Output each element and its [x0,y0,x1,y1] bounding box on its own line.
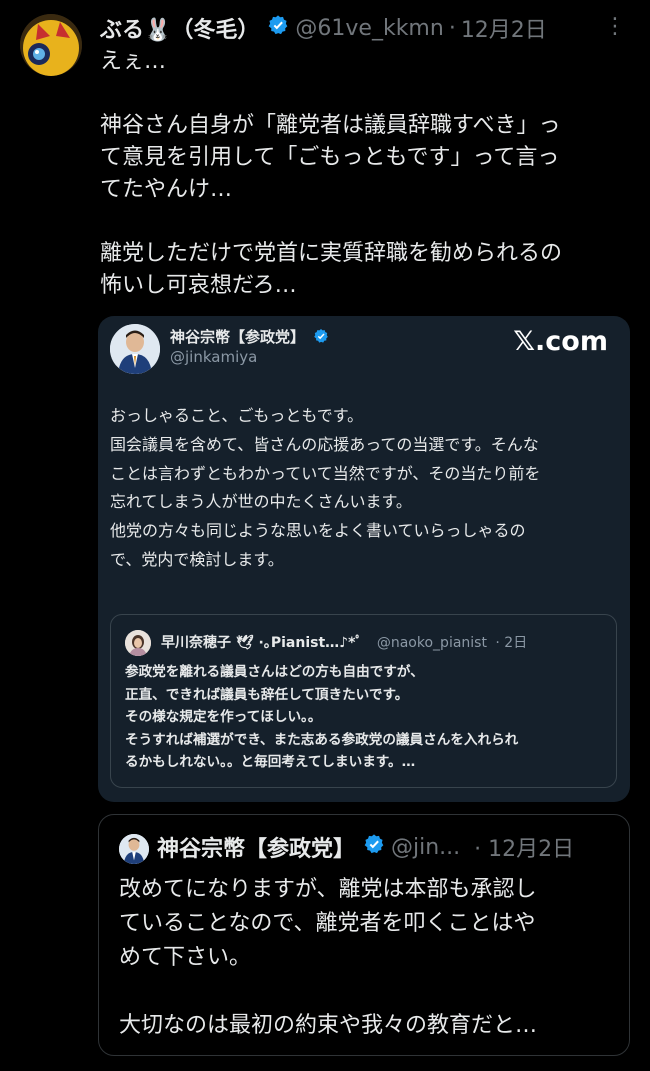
quoted-author-name: 神谷宗幣【参政党】 [157,837,356,862]
verified-badge-icon [363,833,385,861]
tweet-line: えぇ… [100,49,167,74]
tweet-line: て意見を引用して「ごもっともです」って言っ [100,145,560,170]
tweet-line: 離党しただけで党首に実質辞職を勧められるの [100,241,563,266]
embed-author-handle: @jinkamiya [170,348,258,366]
tweet-line: 神谷さん自身が「離党者は議員辞職すべき」っ [100,113,561,138]
quoted-line: 大切なのは最初の約束や我々の教育だと… [119,1013,538,1038]
quoted-author-handle: @jin... [391,834,461,860]
quote-line: その様な規定を作ってほしい。。 [125,709,322,725]
tweet-date[interactable]: 12月2日 [461,12,547,44]
embed-line: おっしゃること、ごもっともです。 [110,406,364,425]
quote-author-name: 早川奈穂子 🕊 ·｡Pianist…♪*ﾟ [161,635,363,651]
quote-body: 参政党を離れる議員さんはどの方も自由ですが、 正直、できれば議員も辞任して頂きた… [125,661,610,774]
verified-badge-icon [267,14,289,42]
quote-header: 早川奈穂子 🕊 ·｡Pianist…♪*ﾟ @naoko_pianist · 2… [161,632,527,652]
more-options-icon[interactable]: ⋮ [604,14,626,39]
quoted-line: めて下さい。 [119,945,252,970]
quote-line: 参政党を離れる議員さんはどの方も自由ですが、 [125,664,424,680]
embed-line: で、党内で検討します。 [110,549,284,569]
quoted-header: 神谷宗幣【参政党】 @jin... · 12月2日 [157,831,574,863]
quote-date: · 2日 [495,635,528,651]
quote-line: 正直、できれば議員も辞任して頂きたいです。 [125,686,409,703]
embed-body: おっしゃること、ごもっともです。 国会議員を含めて、皆さんの応援あっての当選です… [110,402,620,575]
tweet-text: えぇ… 神谷さん自身が「離党者は議員辞職すべき」っ て意見を引用して「ごもっとも… [100,46,640,302]
quote-line: そうすれば補選ができ、また志ある参政党の議員さんを入れられ [125,731,519,748]
embed-line: 国会議員を含めて、皆さんの応援あっての当選です。そんな [110,434,539,454]
embed-author-avatar [110,324,160,374]
embed-quoted-post: 早川奈穂子 🕊 ·｡Pianist…♪*ﾟ @naoko_pianist · 2… [110,614,617,788]
quoted-tweet-card[interactable]: 神谷宗幣【参政党】 @jin... · 12月2日 改めてになりますが、離党は本… [98,814,630,1056]
verified-badge-icon [313,328,329,348]
embed-line: 他党の方々も同じような思いをよく書いていらっしゃるの [110,521,526,541]
author-name[interactable]: ぶる🐰（冬毛） [100,12,259,44]
quote-author-handle: @naoko_pianist [376,635,487,651]
quoted-author-avatar [119,834,149,864]
quoted-line: 改めてになりますが、離党は本部も承認し [119,877,537,902]
quote-author-avatar [125,630,151,656]
tweet-line: 怖いし可哀想だろ… [100,273,297,298]
embedded-image-card[interactable]: 神谷宗幣【参政党】 @jinkamiya 𝕏.com おっしゃること、ごもっとも… [98,316,630,802]
quote-line: るかもしれない。。と毎回考えてしまいます。… [125,754,416,770]
quoted-line: ていることなので、離党者を叩くことはや [119,911,536,936]
quoted-date: · 12月2日 [474,837,575,862]
author-handle[interactable]: @61ve_kkmn [295,16,443,41]
embed-author-name: 神谷宗幣【参政党】 [170,326,329,348]
author-avatar[interactable] [20,14,82,76]
embed-line: 忘れてしまう人が世の中たくさんいます。 [110,492,412,512]
tweet-header: ぶる🐰（冬毛） @61ve_kkmn · 12月2日 ⋮ [100,10,640,46]
quoted-body: 改めてになりますが、離党は本部も承認し ていることなので、離党者を叩くことはや … [119,873,619,1043]
tweet-line: てたやんけ… [100,177,233,202]
embed-line: ことは言わずともわかっていて当然ですが、その当たり前を [110,463,541,483]
separator-dot: · [448,15,456,41]
x-logo-site-label: 𝕏.com [513,326,608,357]
